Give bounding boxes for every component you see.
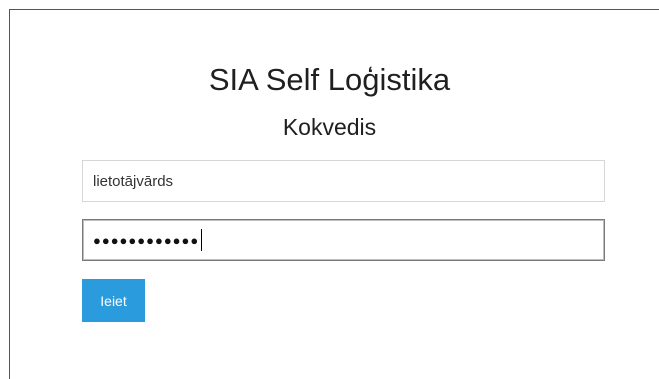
login-button[interactable]: Ieiet [82, 279, 145, 322]
username-field[interactable]: lietotājvārds [82, 160, 605, 202]
username-value: lietotājvārds [93, 172, 174, 190]
company-title: SIA Self Loģistika [208, 62, 451, 97]
password-mask: ●●●●●●●●●●●● [93, 232, 200, 248]
text-caret [201, 229, 203, 251]
password-field[interactable]: ●●●●●●●●●●●● [82, 219, 605, 261]
page-subtitle: Kokvedis [282, 114, 377, 140]
